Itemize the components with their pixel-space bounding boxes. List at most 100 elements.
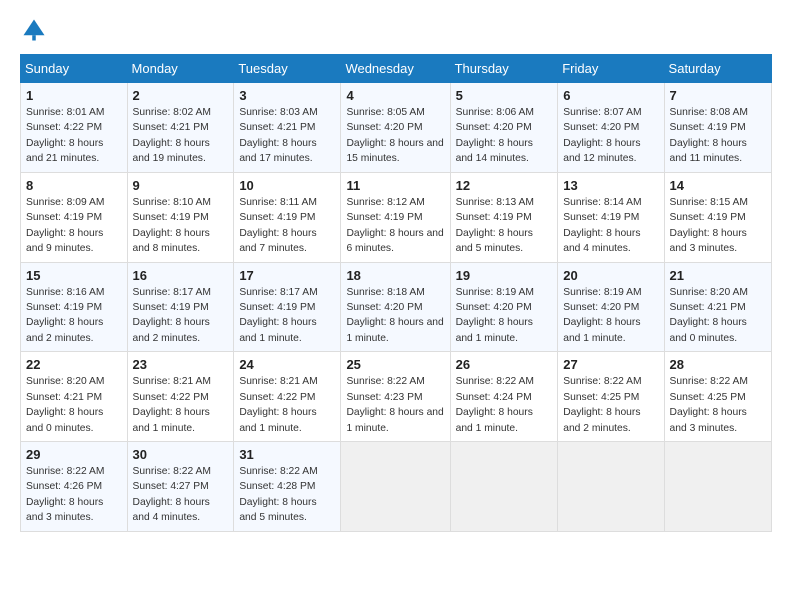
day-number: 1	[26, 88, 122, 103]
day-number: 19	[456, 268, 553, 283]
daylight-label: Daylight: 8 hours and 1 minute.	[563, 317, 640, 343]
sunrise-label: Sunrise: 8:15 AM	[670, 197, 748, 208]
sunrise-label: Sunrise: 8:22 AM	[346, 376, 424, 387]
day-number: 10	[239, 178, 335, 193]
week-row-0: 1 Sunrise: 8:01 AM Sunset: 4:22 PM Dayli…	[21, 83, 772, 173]
weekday-header-friday: Friday	[558, 55, 664, 83]
day-number: 29	[26, 447, 122, 462]
daylight-label: Daylight: 8 hours and 8 minutes.	[133, 228, 210, 254]
sunset-label: Sunset: 4:22 PM	[26, 122, 102, 133]
sunset-label: Sunset: 4:20 PM	[456, 122, 532, 133]
day-number: 16	[133, 268, 229, 283]
daylight-label: Daylight: 8 hours and 5 minutes.	[239, 497, 316, 523]
day-info: Sunrise: 8:17 AM Sunset: 4:19 PM Dayligh…	[133, 285, 229, 347]
sunrise-label: Sunrise: 8:21 AM	[239, 376, 317, 387]
sunrise-label: Sunrise: 8:22 AM	[563, 376, 641, 387]
sunset-label: Sunset: 4:20 PM	[563, 122, 639, 133]
day-info: Sunrise: 8:20 AM Sunset: 4:21 PM Dayligh…	[26, 374, 122, 436]
sunrise-label: Sunrise: 8:02 AM	[133, 107, 211, 118]
logo	[20, 16, 52, 44]
calendar-cell: 3 Sunrise: 8:03 AM Sunset: 4:21 PM Dayli…	[234, 83, 341, 173]
weekday-header-saturday: Saturday	[664, 55, 771, 83]
daylight-label: Daylight: 8 hours and 1 minute.	[239, 407, 316, 433]
sunrise-label: Sunrise: 8:16 AM	[26, 287, 104, 298]
weekday-header-sunday: Sunday	[21, 55, 128, 83]
week-row-2: 15 Sunrise: 8:16 AM Sunset: 4:19 PM Dayl…	[21, 262, 772, 352]
day-info: Sunrise: 8:06 AM Sunset: 4:20 PM Dayligh…	[456, 105, 553, 167]
daylight-label: Daylight: 8 hours and 1 minute.	[133, 407, 210, 433]
calendar-cell: 6 Sunrise: 8:07 AM Sunset: 4:20 PM Dayli…	[558, 83, 664, 173]
sunset-label: Sunset: 4:19 PM	[670, 122, 746, 133]
weekday-header-wednesday: Wednesday	[341, 55, 450, 83]
calendar-cell: 20 Sunrise: 8:19 AM Sunset: 4:20 PM Dayl…	[558, 262, 664, 352]
calendar-cell	[558, 442, 664, 532]
calendar-cell: 13 Sunrise: 8:14 AM Sunset: 4:19 PM Dayl…	[558, 172, 664, 262]
daylight-label: Daylight: 8 hours and 21 minutes.	[26, 138, 103, 164]
daylight-label: Daylight: 8 hours and 15 minutes.	[346, 138, 443, 164]
sunrise-label: Sunrise: 8:14 AM	[563, 197, 641, 208]
sunset-label: Sunset: 4:19 PM	[563, 212, 639, 223]
day-number: 6	[563, 88, 658, 103]
day-info: Sunrise: 8:13 AM Sunset: 4:19 PM Dayligh…	[456, 195, 553, 257]
day-info: Sunrise: 8:22 AM Sunset: 4:26 PM Dayligh…	[26, 464, 122, 526]
day-info: Sunrise: 8:17 AM Sunset: 4:19 PM Dayligh…	[239, 285, 335, 347]
day-info: Sunrise: 8:02 AM Sunset: 4:21 PM Dayligh…	[133, 105, 229, 167]
daylight-label: Daylight: 8 hours and 2 minutes.	[563, 407, 640, 433]
daylight-label: Daylight: 8 hours and 3 minutes.	[670, 407, 747, 433]
sunset-label: Sunset: 4:19 PM	[26, 212, 102, 223]
calendar-cell: 29 Sunrise: 8:22 AM Sunset: 4:26 PM Dayl…	[21, 442, 128, 532]
sunrise-label: Sunrise: 8:20 AM	[26, 376, 104, 387]
calendar-cell: 2 Sunrise: 8:02 AM Sunset: 4:21 PM Dayli…	[127, 83, 234, 173]
day-info: Sunrise: 8:22 AM Sunset: 4:27 PM Dayligh…	[133, 464, 229, 526]
day-info: Sunrise: 8:03 AM Sunset: 4:21 PM Dayligh…	[239, 105, 335, 167]
daylight-label: Daylight: 8 hours and 0 minutes.	[670, 317, 747, 343]
calendar-cell: 10 Sunrise: 8:11 AM Sunset: 4:19 PM Dayl…	[234, 172, 341, 262]
sunset-label: Sunset: 4:26 PM	[26, 481, 102, 492]
weekday-header-tuesday: Tuesday	[234, 55, 341, 83]
sunset-label: Sunset: 4:21 PM	[133, 122, 209, 133]
calendar-cell: 26 Sunrise: 8:22 AM Sunset: 4:24 PM Dayl…	[450, 352, 558, 442]
day-info: Sunrise: 8:07 AM Sunset: 4:20 PM Dayligh…	[563, 105, 658, 167]
day-number: 21	[670, 268, 766, 283]
calendar-cell: 5 Sunrise: 8:06 AM Sunset: 4:20 PM Dayli…	[450, 83, 558, 173]
sunset-label: Sunset: 4:24 PM	[456, 392, 532, 403]
calendar-cell: 9 Sunrise: 8:10 AM Sunset: 4:19 PM Dayli…	[127, 172, 234, 262]
sunset-label: Sunset: 4:22 PM	[133, 392, 209, 403]
sunset-label: Sunset: 4:23 PM	[346, 392, 422, 403]
day-number: 14	[670, 178, 766, 193]
sunrise-label: Sunrise: 8:03 AM	[239, 107, 317, 118]
sunset-label: Sunset: 4:19 PM	[456, 212, 532, 223]
week-row-1: 8 Sunrise: 8:09 AM Sunset: 4:19 PM Dayli…	[21, 172, 772, 262]
daylight-label: Daylight: 8 hours and 6 minutes.	[346, 228, 443, 254]
day-info: Sunrise: 8:08 AM Sunset: 4:19 PM Dayligh…	[670, 105, 766, 167]
sunrise-label: Sunrise: 8:10 AM	[133, 197, 211, 208]
day-number: 18	[346, 268, 444, 283]
sunrise-label: Sunrise: 8:22 AM	[133, 466, 211, 477]
daylight-label: Daylight: 8 hours and 12 minutes.	[563, 138, 640, 164]
day-number: 25	[346, 357, 444, 372]
calendar-cell	[664, 442, 771, 532]
calendar-cell: 8 Sunrise: 8:09 AM Sunset: 4:19 PM Dayli…	[21, 172, 128, 262]
day-info: Sunrise: 8:18 AM Sunset: 4:20 PM Dayligh…	[346, 285, 444, 347]
sunset-label: Sunset: 4:28 PM	[239, 481, 315, 492]
sunrise-label: Sunrise: 8:22 AM	[456, 376, 534, 387]
daylight-label: Daylight: 8 hours and 3 minutes.	[670, 228, 747, 254]
sunset-label: Sunset: 4:21 PM	[670, 302, 746, 313]
day-number: 20	[563, 268, 658, 283]
sunset-label: Sunset: 4:20 PM	[346, 302, 422, 313]
sunrise-label: Sunrise: 8:06 AM	[456, 107, 534, 118]
day-info: Sunrise: 8:21 AM Sunset: 4:22 PM Dayligh…	[239, 374, 335, 436]
day-number: 5	[456, 88, 553, 103]
day-info: Sunrise: 8:20 AM Sunset: 4:21 PM Dayligh…	[670, 285, 766, 347]
sunrise-label: Sunrise: 8:21 AM	[133, 376, 211, 387]
day-info: Sunrise: 8:22 AM Sunset: 4:25 PM Dayligh…	[670, 374, 766, 436]
calendar-cell: 7 Sunrise: 8:08 AM Sunset: 4:19 PM Dayli…	[664, 83, 771, 173]
daylight-label: Daylight: 8 hours and 17 minutes.	[239, 138, 316, 164]
sunrise-label: Sunrise: 8:19 AM	[563, 287, 641, 298]
sunset-label: Sunset: 4:20 PM	[456, 302, 532, 313]
daylight-label: Daylight: 8 hours and 4 minutes.	[563, 228, 640, 254]
sunset-label: Sunset: 4:20 PM	[563, 302, 639, 313]
day-info: Sunrise: 8:12 AM Sunset: 4:19 PM Dayligh…	[346, 195, 444, 257]
day-info: Sunrise: 8:10 AM Sunset: 4:19 PM Dayligh…	[133, 195, 229, 257]
daylight-label: Daylight: 8 hours and 14 minutes.	[456, 138, 533, 164]
